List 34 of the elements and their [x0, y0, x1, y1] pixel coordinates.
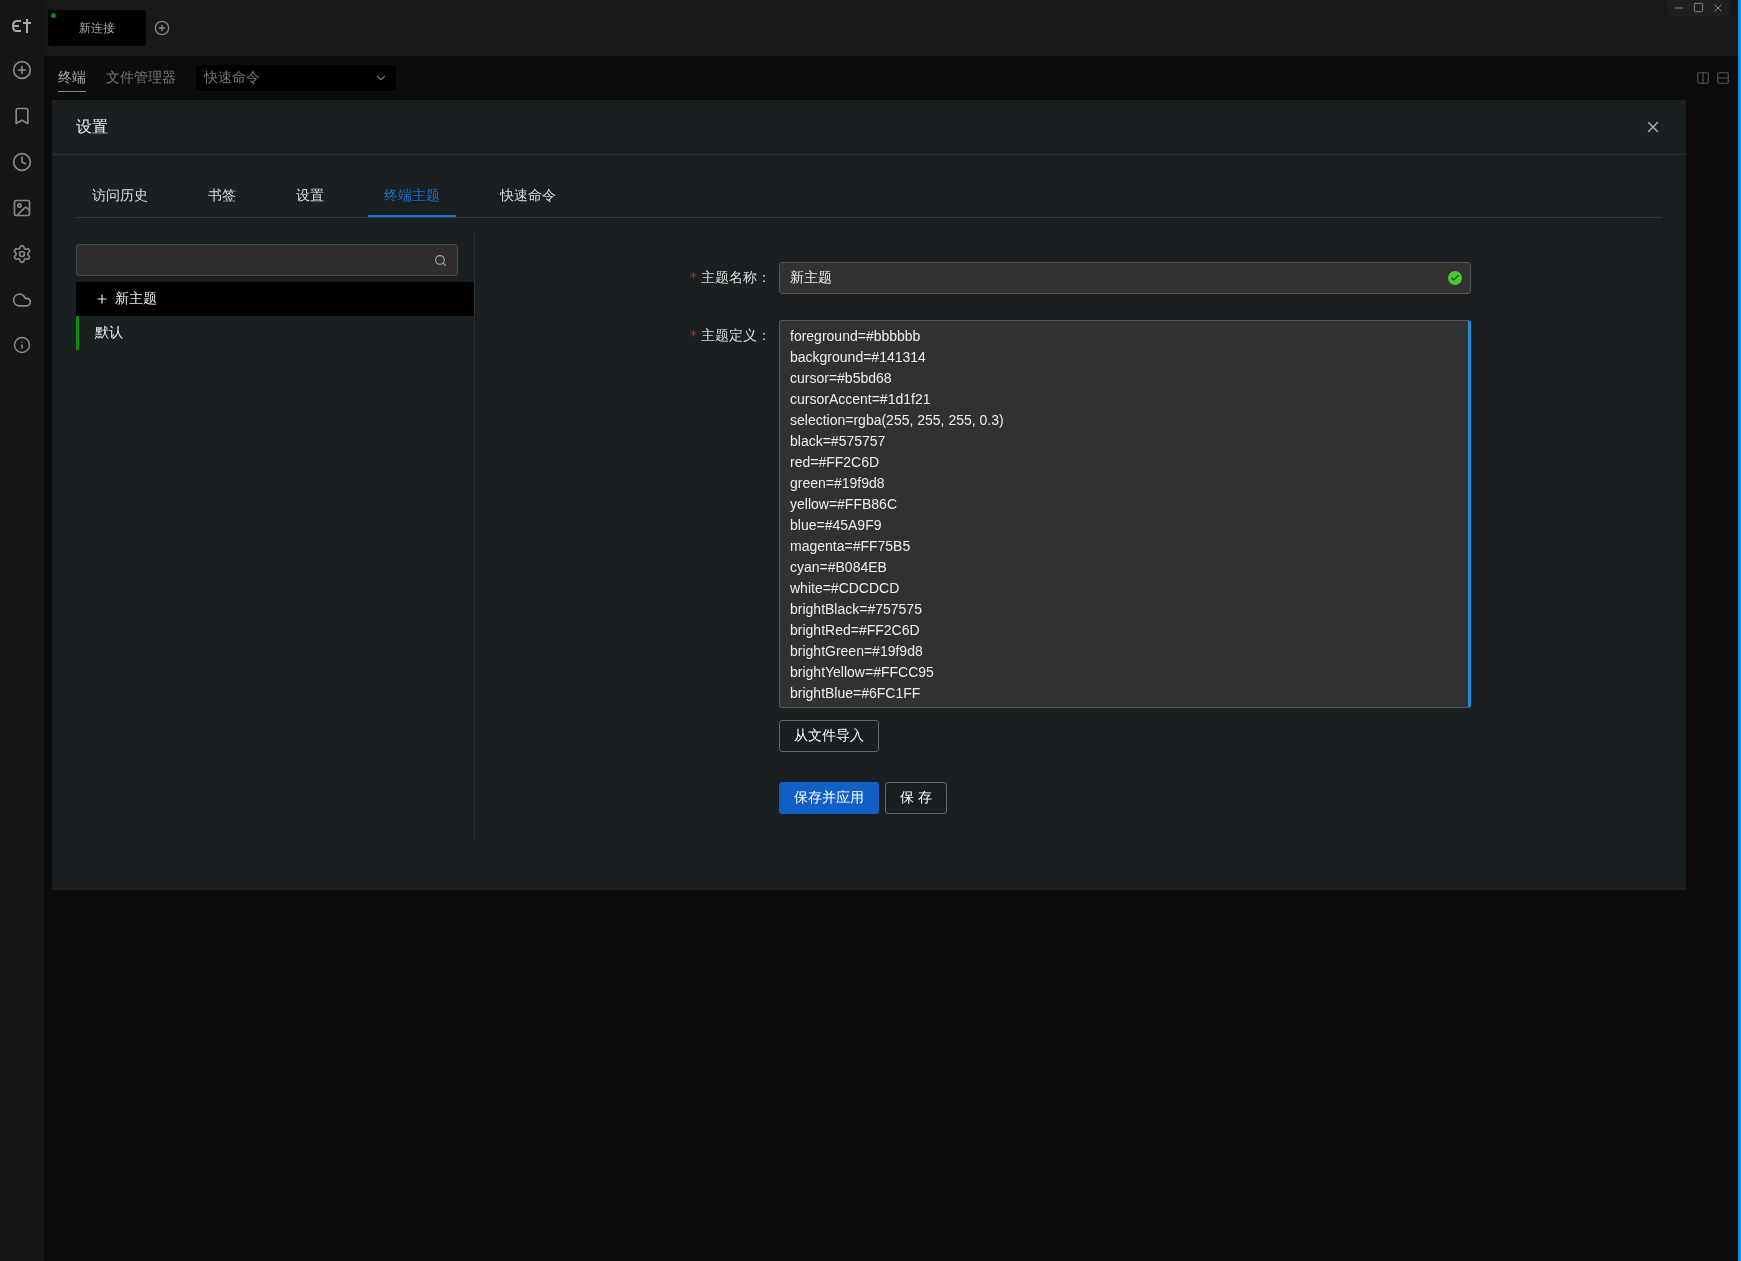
field-label: 主题名称：	[701, 269, 771, 285]
theme-definition-field[interactable]: foreground=#bbbbbb background=#141314 cursor=#b5bd68 cursorAccent=#1d1f21 selection=rgba(255, 255, 255, 0.3) black=#575757 red=#FF2C6D green=#19f9d8 yellow=#FFB86C blue=#45A9F9 magenta=#FF75B5 cyan=#B084EB white=#CDCDCD brightBlack=#757575 brightRed=#FF2C6D brightGreen=#19f9d8 brightYellow=#FFCC95 brightBlue=#6FC1FF	[779, 320, 1471, 708]
new-theme-item[interactable]: 新主题	[76, 282, 474, 316]
maximize-icon[interactable]	[1693, 2, 1704, 13]
view-tab[interactable]: 文件管理器	[106, 64, 176, 92]
connection-tab[interactable]: 新连接	[48, 10, 146, 46]
new-tab-icon[interactable]	[154, 20, 170, 36]
theme-name-field[interactable]: 新主题	[779, 262, 1471, 294]
history-icon[interactable]	[12, 152, 32, 172]
import-button[interactable]: 从文件导入	[779, 720, 879, 752]
info-icon[interactable]	[13, 336, 31, 354]
plus-icon	[95, 292, 109, 306]
dialog-tab[interactable]: 设置	[280, 175, 340, 217]
dialog-tab[interactable]: 快速命令	[484, 175, 572, 217]
save-apply-button[interactable]: 保存并应用	[779, 782, 879, 814]
required-mark: *	[690, 269, 697, 285]
dialog-title: 设置	[76, 116, 108, 138]
field-label: 主题定义：	[701, 327, 771, 343]
search-icon	[434, 253, 447, 267]
bookmark-icon[interactable]	[12, 106, 32, 126]
app-logo-icon	[11, 18, 33, 34]
required-mark: *	[690, 327, 697, 343]
settings-icon[interactable]	[12, 244, 32, 264]
close-icon[interactable]	[1712, 2, 1724, 14]
view-tab[interactable]: 终端	[58, 64, 86, 92]
dialog-tab[interactable]: 书签	[192, 175, 252, 217]
save-button[interactable]: 保 存	[885, 782, 948, 814]
add-icon[interactable]	[12, 60, 32, 80]
cloud-icon[interactable]	[12, 290, 32, 310]
search-field[interactable]	[76, 244, 458, 276]
quick-command-select[interactable]: 快速命令	[196, 65, 396, 91]
dialog-tab[interactable]: 访问历史	[76, 175, 164, 217]
theme-item[interactable]: 默认	[76, 316, 474, 350]
image-icon[interactable]	[12, 198, 32, 218]
